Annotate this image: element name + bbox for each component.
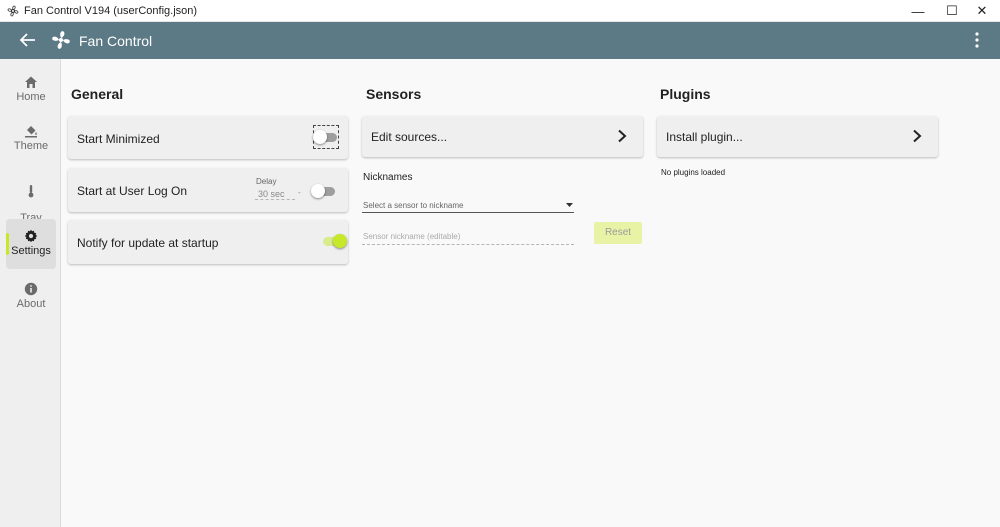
start-minimized-card: Start Minimized [68, 116, 348, 159]
nicknames-label: Nicknames [363, 172, 413, 183]
nickname-underline [362, 244, 574, 245]
minimize-button[interactable]: — [900, 0, 936, 22]
sidebar-item-label: Settings [11, 245, 51, 257]
close-button[interactable]: ✕ [964, 0, 1000, 22]
edit-sources-label: Edit sources... [371, 130, 448, 144]
start-at-logon-label: Start at User Log On [77, 184, 188, 198]
sidebar-item-label: About [16, 298, 46, 310]
fan-logo-icon [52, 31, 70, 49]
window-title-bar: Fan Control V194 (userConfig.json) — ☐ ✕ [0, 0, 1000, 22]
chevron-right-icon [618, 129, 627, 143]
active-indicator [6, 233, 9, 255]
reset-button[interactable]: Reset [594, 222, 642, 244]
general-section-title: General [71, 86, 124, 102]
notify-update-toggle[interactable] [321, 234, 347, 248]
info-icon [24, 282, 38, 296]
delay-suffix: - [298, 188, 301, 197]
more-vertical-icon[interactable] [968, 30, 986, 50]
sidebar-item-settings[interactable]: Settings [6, 219, 56, 269]
sidebar-item-label: Home [16, 91, 46, 103]
fan-app-icon [7, 5, 19, 17]
chevron-right-icon [913, 129, 922, 143]
sidebar-item-theme[interactable]: Theme [6, 124, 56, 158]
sidebar-item-label: Theme [13, 140, 49, 152]
paint-bucket-icon [25, 126, 37, 138]
app-header: Fan Control [0, 22, 1000, 59]
sidebar-item-home[interactable]: Home [6, 75, 56, 107]
nickname-placeholder: Sensor nickname (editable) [363, 232, 461, 241]
start-at-logon-toggle[interactable] [311, 184, 337, 198]
delay-label: Delay [256, 177, 277, 186]
install-plugin-label: Install plugin... [666, 130, 743, 144]
plugins-section-title: Plugins [660, 86, 711, 102]
settings-content: General Start Minimized Start at User Lo… [61, 59, 1000, 527]
dropdown-arrow-icon [566, 203, 573, 207]
home-icon [25, 76, 37, 88]
thermometer-icon [28, 185, 34, 198]
delay-value[interactable]: 30 sec [258, 189, 285, 199]
gear-icon [24, 229, 38, 243]
install-plugin-button[interactable]: Install plugin... [657, 116, 938, 157]
start-minimized-label: Start Minimized [77, 132, 160, 146]
notify-update-card: Notify for update at startup [68, 220, 348, 264]
edit-sources-button[interactable]: Edit sources... [362, 116, 643, 157]
sensor-select-placeholder: Select a sensor to nickname [363, 201, 464, 210]
sensor-select-dropdown[interactable]: Select a sensor to nickname [362, 197, 574, 213]
start-minimized-toggle[interactable] [313, 130, 339, 144]
sidebar-item-tray-icons[interactable]: Tray Icons [6, 172, 56, 236]
start-at-logon-card: Start at User Log On Delay 30 sec - [68, 168, 348, 212]
delay-underline [255, 199, 295, 200]
window-title: Fan Control V194 (userConfig.json) [24, 5, 198, 17]
sidebar: Home Theme Tray Icons Settings About [0, 59, 61, 527]
sidebar-item-about[interactable]: About [6, 282, 56, 314]
back-arrow-icon[interactable] [16, 28, 40, 52]
sensors-section-title: Sensors [366, 86, 422, 102]
plugins-status: No plugins loaded [661, 168, 726, 177]
app-title: Fan Control [79, 33, 153, 49]
notify-update-label: Notify for update at startup [77, 236, 219, 250]
nickname-input[interactable]: Sensor nickname (editable) [362, 228, 574, 244]
